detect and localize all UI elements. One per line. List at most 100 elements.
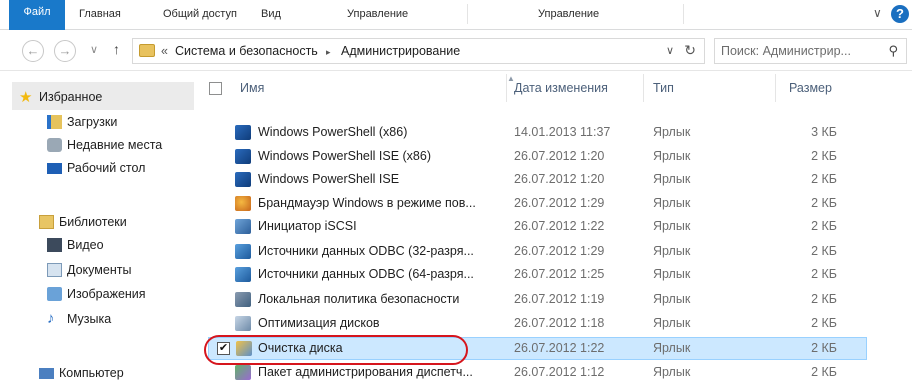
recent-places-icon: [47, 138, 62, 152]
file-size: 2 КБ: [811, 244, 837, 258]
file-size: 2 КБ: [811, 316, 837, 330]
file-type: Ярлык: [653, 219, 691, 233]
breadcrumb-system-security[interactable]: Система и безопасность: [175, 44, 318, 58]
tab-home[interactable]: Главная: [79, 8, 121, 20]
search-icon[interactable]: ⚲: [888, 43, 898, 59]
file-date: 26.07.2012 1:19: [514, 292, 605, 306]
file-size: 3 КБ: [811, 125, 837, 139]
nav-libraries-label: Библиотеки: [59, 215, 127, 229]
breadcrumb-overflow[interactable]: «: [161, 44, 168, 58]
tab-file[interactable]: Файл: [9, 0, 65, 30]
search-box[interactable]: ⚲: [714, 38, 907, 64]
ribbon: Файл Главная Общий доступ Вид Управление…: [0, 0, 912, 30]
file-type: Ярлык: [653, 125, 691, 139]
file-row[interactable]: Windows PowerShell ISE 26.07.2012 1:20 Я…: [195, 168, 865, 191]
file-date: 26.07.2012 1:12: [514, 365, 605, 379]
file-name: Источники данных ODBC (32-разря...: [258, 244, 474, 258]
file-type: Ярлык: [653, 365, 691, 379]
file-size: 2 КБ: [811, 365, 837, 379]
nav-recent-places-label: Недавние места: [67, 138, 163, 152]
powershell-icon: [235, 172, 251, 187]
search-input[interactable]: [721, 42, 871, 60]
videos-icon: [47, 238, 62, 252]
file-name: Windows PowerShell ISE: [258, 172, 400, 186]
nav-downloads-label: Загрузки: [67, 115, 118, 129]
nav-desktop-label: Рабочий стол: [67, 161, 146, 175]
file-date: 14.01.2013 11:37: [514, 125, 611, 139]
file-name: Брандмауэр Windows в режиме пов...: [258, 196, 476, 210]
navigation-pane: ★ Избранное Загрузки Недавние места Рабо…: [0, 72, 195, 383]
help-icon[interactable]: ?: [891, 5, 909, 23]
security-policy-icon: [235, 292, 251, 307]
file-row[interactable]: Брандмауэр Windows в режиме пов... 26.07…: [195, 192, 865, 215]
file-type: Ярлык: [653, 196, 691, 210]
control-panel-icon: [139, 44, 155, 57]
file-date: 26.07.2012 1:29: [514, 196, 605, 210]
computer-icon: [39, 368, 54, 379]
column-divider[interactable]: [643, 74, 644, 102]
file-type: Ярлык: [653, 172, 691, 186]
file-type: Ярлык: [653, 341, 691, 355]
nav-pictures-label: Изображения: [67, 287, 146, 301]
file-date: 26.07.2012 1:22: [514, 341, 605, 355]
select-all-checkbox[interactable]: [209, 82, 222, 95]
up-button[interactable]: ↑: [113, 41, 120, 57]
file-row[interactable]: Источники данных ODBC (32-разря... 26.07…: [195, 240, 865, 263]
file-size: 2 КБ: [811, 341, 837, 355]
file-name: Инициатор iSCSI: [258, 219, 357, 233]
breadcrumb-separator[interactable]: ▸: [326, 47, 331, 58]
documents-icon: [47, 263, 62, 277]
column-divider[interactable]: [775, 74, 776, 102]
odbc-icon: [235, 267, 251, 282]
address-bar[interactable]: « Система и безопасность ▸ Администриров…: [132, 38, 705, 64]
file-date: 26.07.2012 1:18: [514, 316, 605, 330]
file-row[interactable]: Локальная политика безопасности 26.07.20…: [195, 288, 865, 311]
file-size: 2 КБ: [811, 292, 837, 306]
downloads-folder-icon: [47, 115, 62, 129]
file-row[interactable]: Windows PowerShell ISE (x86) 26.07.2012 …: [195, 145, 865, 168]
file-row[interactable]: Windows PowerShell (x86) 14.01.2013 11:3…: [195, 121, 865, 144]
ribbon-divider: [467, 4, 468, 24]
column-header-size[interactable]: Размер: [789, 81, 832, 95]
back-button[interactable]: ←: [22, 40, 44, 62]
file-size: 2 КБ: [811, 267, 837, 281]
file-name: Оптимизация дисков: [258, 316, 380, 330]
file-date: 26.07.2012 1:22: [514, 219, 605, 233]
file-date: 26.07.2012 1:20: [514, 149, 605, 163]
tab-share[interactable]: Общий доступ: [163, 8, 237, 20]
nav-music-label: Музыка: [67, 312, 112, 326]
iscsi-icon: [235, 219, 251, 234]
column-divider[interactable]: [506, 74, 507, 102]
file-name: Windows PowerShell ISE (x86): [258, 149, 431, 163]
tab-manage-shortcut[interactable]: Управление: [347, 8, 408, 20]
tab-manage-app[interactable]: Управление: [538, 8, 599, 20]
file-row[interactable]: Источники данных ODBC (64-разря... 26.07…: [195, 263, 865, 286]
file-date: 26.07.2012 1:25: [514, 267, 605, 281]
tab-view[interactable]: Вид: [261, 8, 281, 20]
address-dropdown-icon[interactable]: ∨: [666, 44, 674, 57]
nav-favorites-label: Избранное: [39, 90, 103, 104]
file-name: Источники данных ODBC (64-разря...: [258, 267, 474, 281]
forward-button[interactable]: →: [54, 40, 76, 62]
nav-computer-label: Компьютер: [59, 366, 124, 380]
file-size: 2 КБ: [811, 196, 837, 210]
column-header-date[interactable]: Дата изменения: [514, 81, 608, 95]
firewall-icon: [235, 196, 251, 211]
music-icon: ♪: [47, 310, 55, 327]
nav-videos-label: Видео: [67, 238, 104, 252]
file-date: 26.07.2012 1:20: [514, 172, 605, 186]
star-icon: ★: [19, 89, 33, 106]
recent-locations-icon[interactable]: ∨: [90, 43, 98, 56]
expand-ribbon-icon[interactable]: ∨: [873, 6, 882, 20]
file-size: 2 КБ: [811, 219, 837, 233]
column-header-type[interactable]: Тип: [653, 81, 674, 95]
defrag-icon: [235, 316, 251, 331]
column-header-name[interactable]: Имя: [240, 81, 264, 95]
odbc-icon: [235, 244, 251, 259]
ribbon-divider: [683, 4, 684, 24]
refresh-icon[interactable]: ↻: [684, 42, 696, 59]
file-row[interactable]: Инициатор iSCSI 26.07.2012 1:22 Ярлык 2 …: [195, 215, 865, 238]
breadcrumb-administration[interactable]: Администрирование: [341, 44, 460, 58]
file-type: Ярлык: [653, 149, 691, 163]
file-row[interactable]: Оптимизация дисков 26.07.2012 1:18 Ярлык…: [195, 312, 865, 335]
